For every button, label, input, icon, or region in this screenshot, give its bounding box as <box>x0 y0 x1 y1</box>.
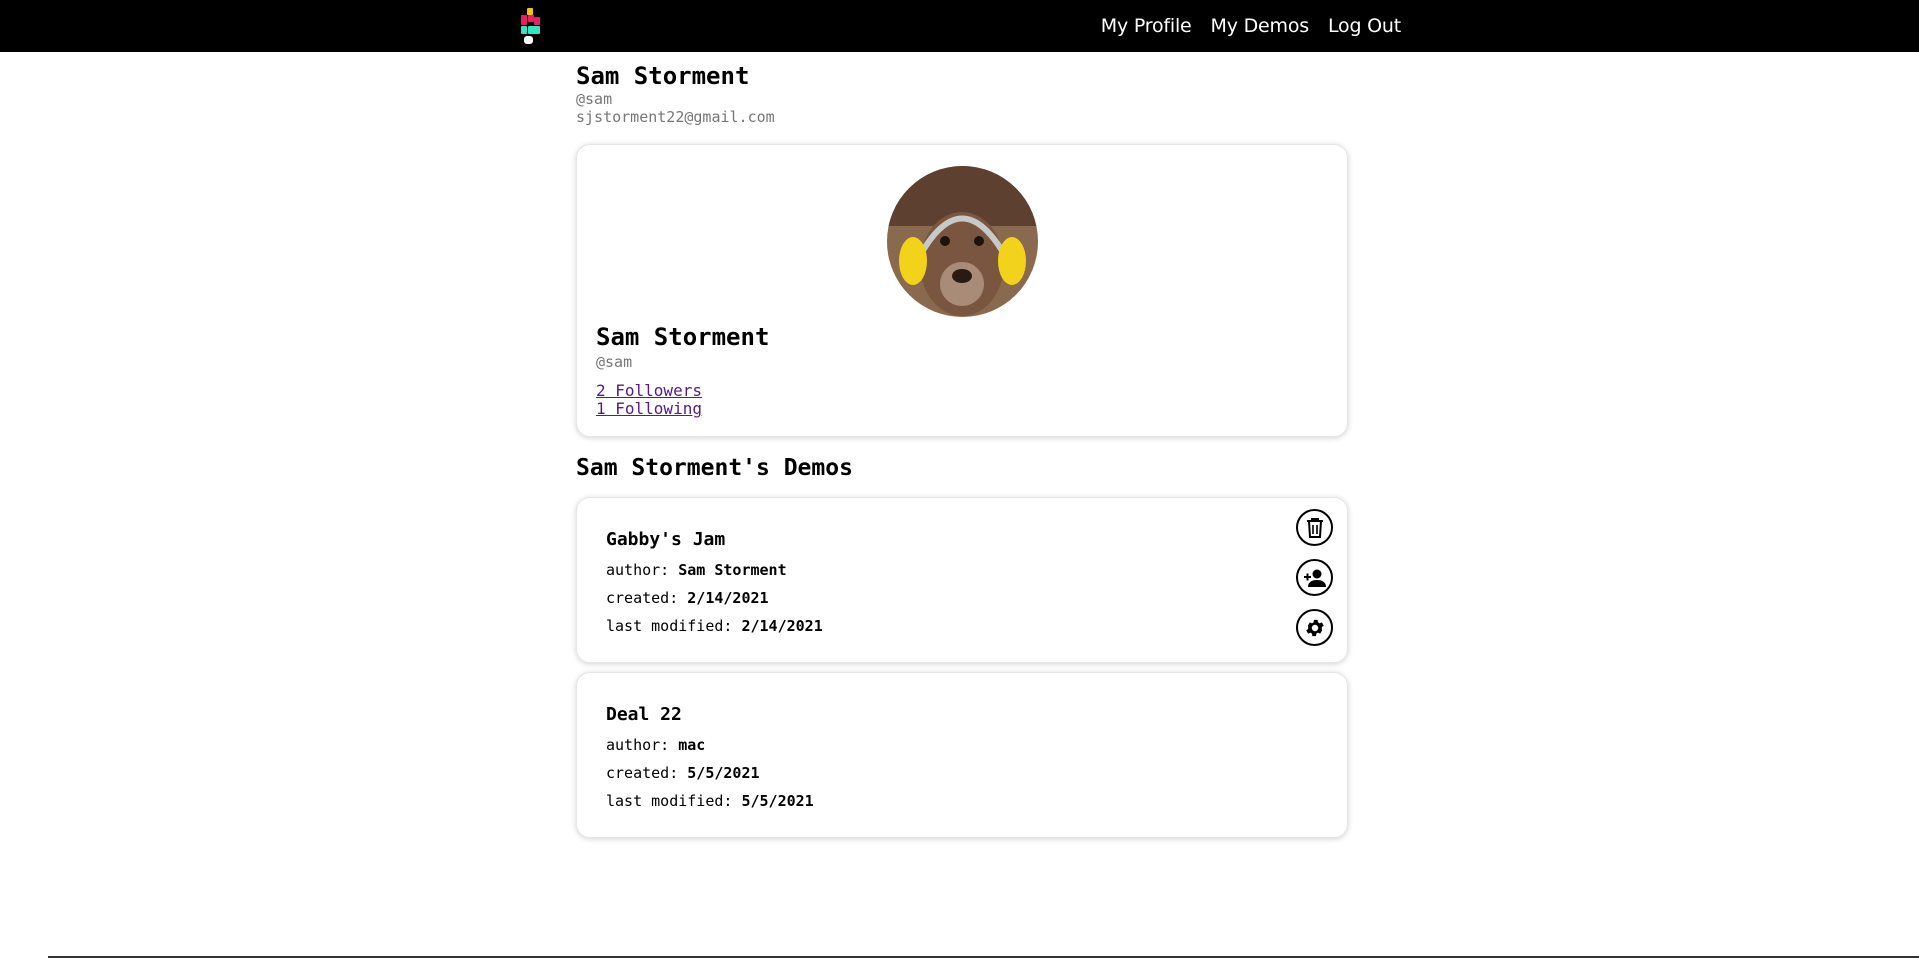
demo-created-row: created: 2/14/2021 <box>606 589 769 607</box>
demo-modified-row: last modified: 5/5/2021 <box>606 792 814 810</box>
user-email: sjstorment22@gmail.com <box>576 108 775 126</box>
demo-modified-label: last modified: <box>606 792 733 810</box>
demo-modified-label: last modified: <box>606 617 733 635</box>
demo-author-label: author: <box>606 736 670 754</box>
demo-author-row: author: Sam Storment <box>606 561 787 579</box>
gear-icon <box>1305 619 1324 636</box>
demos-section-title: Sam Storment's Demos <box>576 455 853 481</box>
demo-title: Gabby's Jam <box>606 529 726 550</box>
nav-my-profile[interactable]: My Profile <box>1101 15 1192 37</box>
demo-author-label: author: <box>606 561 670 579</box>
avatar-image <box>887 166 1038 317</box>
demo-created-label: created: <box>606 589 679 607</box>
profile-card: Sam Storment @sam 2 Followers 1 Followin… <box>576 144 1348 437</box>
trash-icon <box>1306 517 1323 538</box>
demo-author-row: author: mac <box>606 736 705 754</box>
add-collaborator-button[interactable] <box>1296 559 1333 596</box>
demo-title: Deal 22 <box>606 704 682 725</box>
demo-card[interactable]: Deal 22 author: mac created: 5/5/2021 la… <box>576 672 1348 838</box>
demo-created-row: created: 5/5/2021 <box>606 764 760 782</box>
followers-link[interactable]: 2 Followers <box>596 381 702 400</box>
navbar: My Profile My Demos Log Out <box>0 0 1919 52</box>
demo-created-value: 2/14/2021 <box>687 589 769 607</box>
page-header: Sam Storment @sam sjstorment22@gmail.com <box>576 62 775 126</box>
demo-author-value: Sam Storment <box>678 561 787 579</box>
demo-modified-value: 2/14/2021 <box>741 617 823 635</box>
nav-log-out[interactable]: Log Out <box>1328 15 1401 37</box>
demo-created-label: created: <box>606 764 679 782</box>
nav-links: My Profile My Demos Log Out <box>1101 0 1401 52</box>
add-person-icon <box>1303 569 1326 587</box>
demo-card[interactable]: Gabby's Jam author: Sam Storment created… <box>576 497 1348 663</box>
following-link[interactable]: 1 Following <box>596 399 702 418</box>
avatar <box>887 166 1038 317</box>
delete-demo-button[interactable] <box>1296 509 1333 546</box>
user-handle: @sam <box>576 90 613 108</box>
demo-modified-value: 5/5/2021 <box>741 792 814 810</box>
demo-author-value: mac <box>678 736 706 754</box>
demo-settings-button[interactable] <box>1296 609 1333 646</box>
profile-name: Sam Storment <box>596 323 770 351</box>
page-title: Sam Storment <box>576 62 750 90</box>
demo-created-value: 5/5/2021 <box>687 764 760 782</box>
demo-modified-row: last modified: 2/14/2021 <box>606 617 823 635</box>
app-logo-icon[interactable] <box>521 6 541 44</box>
profile-handle: @sam <box>596 353 633 371</box>
nav-my-demos[interactable]: My Demos <box>1211 15 1310 37</box>
